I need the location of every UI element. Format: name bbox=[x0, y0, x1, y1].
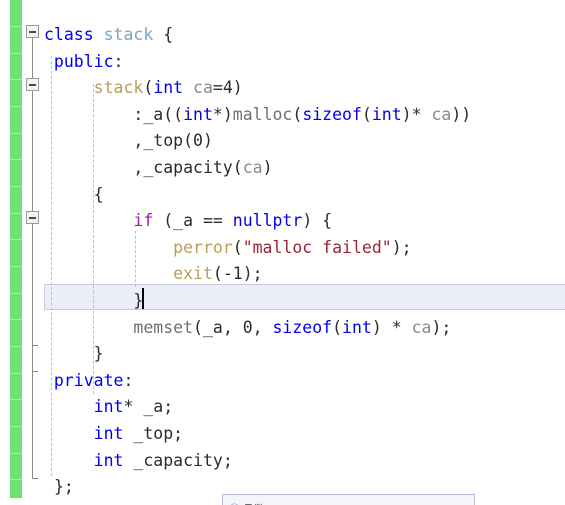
signature-help-tooltip: ⓘ 函数 void *malloc(size_t _Size) bbox=[222, 494, 475, 505]
code-line-4[interactable]: :_a((int*)malloc(sizeof(int)* ca)) bbox=[0, 100, 565, 127]
code-line-17-text: int _capacity; bbox=[93, 450, 233, 470]
code-line-8-text: if (_a == nullptr) { bbox=[133, 211, 333, 231]
text-cursor bbox=[142, 288, 144, 309]
code-line-10[interactable]: exit(-1); bbox=[0, 259, 565, 286]
code-line-3[interactable]: stack(int ca=4) bbox=[0, 73, 565, 100]
code-line-1[interactable]: class stack { bbox=[0, 20, 565, 47]
code-line-6[interactable]: ,_capacity(ca) bbox=[0, 153, 565, 180]
code-line-8[interactable]: if (_a == nullptr) { bbox=[0, 206, 565, 233]
code-line-7-text: { bbox=[93, 184, 104, 204]
code-line-13-text: } bbox=[93, 344, 104, 364]
code-line-2-text: public: bbox=[44, 51, 124, 71]
code-line-16-text: int _top; bbox=[93, 424, 184, 443]
code-line-9-text: perror("malloc failed"); bbox=[173, 237, 412, 257]
code-line-7[interactable]: { bbox=[0, 180, 565, 207]
code-editor[interactable]: class stack { public: stack(int ca=4) :_… bbox=[0, 0, 565, 505]
code-line-11-text: } bbox=[133, 291, 144, 310]
code-line-9[interactable]: perror("malloc failed"); bbox=[0, 233, 565, 260]
code-line-16[interactable]: int _top; bbox=[0, 419, 565, 446]
code-line-12-text: memset(_a, 0, sizeof(int) * ca); bbox=[133, 317, 452, 337]
code-line-18-text: }; bbox=[53, 477, 74, 497]
code-line-2[interactable]: public: bbox=[0, 47, 565, 74]
code-line-4-text: :_a((int*)malloc(sizeof(int)* ca)) bbox=[133, 104, 472, 124]
code-line-15-text: int* _a; bbox=[93, 397, 174, 417]
code-line-13[interactable]: } bbox=[0, 339, 565, 366]
code-line-17[interactable]: int _capacity; bbox=[0, 446, 565, 473]
code-line-5-text: ,_top(0) bbox=[133, 131, 213, 151]
code-line-5[interactable]: ,_top(0) bbox=[0, 126, 565, 153]
code-line-14-text: private: bbox=[44, 370, 134, 390]
code-line-12[interactable]: memset(_a, 0, sizeof(int) * ca); bbox=[0, 313, 565, 340]
code-line-11[interactable]: } bbox=[0, 286, 565, 313]
code-line-6-text: ,_capacity(ca) bbox=[133, 158, 273, 177]
code-line-3-text: stack(int ca=4) bbox=[93, 78, 243, 98]
code-text-area[interactable]: class stack { public: stack(int ca=4) :_… bbox=[0, 0, 565, 505]
code-line-10-text: exit(-1); bbox=[173, 264, 263, 284]
code-line-14[interactable]: private: bbox=[0, 366, 565, 393]
code-line-1-text: class stack { bbox=[44, 25, 174, 44]
code-line-15[interactable]: int* _a; bbox=[0, 392, 565, 419]
